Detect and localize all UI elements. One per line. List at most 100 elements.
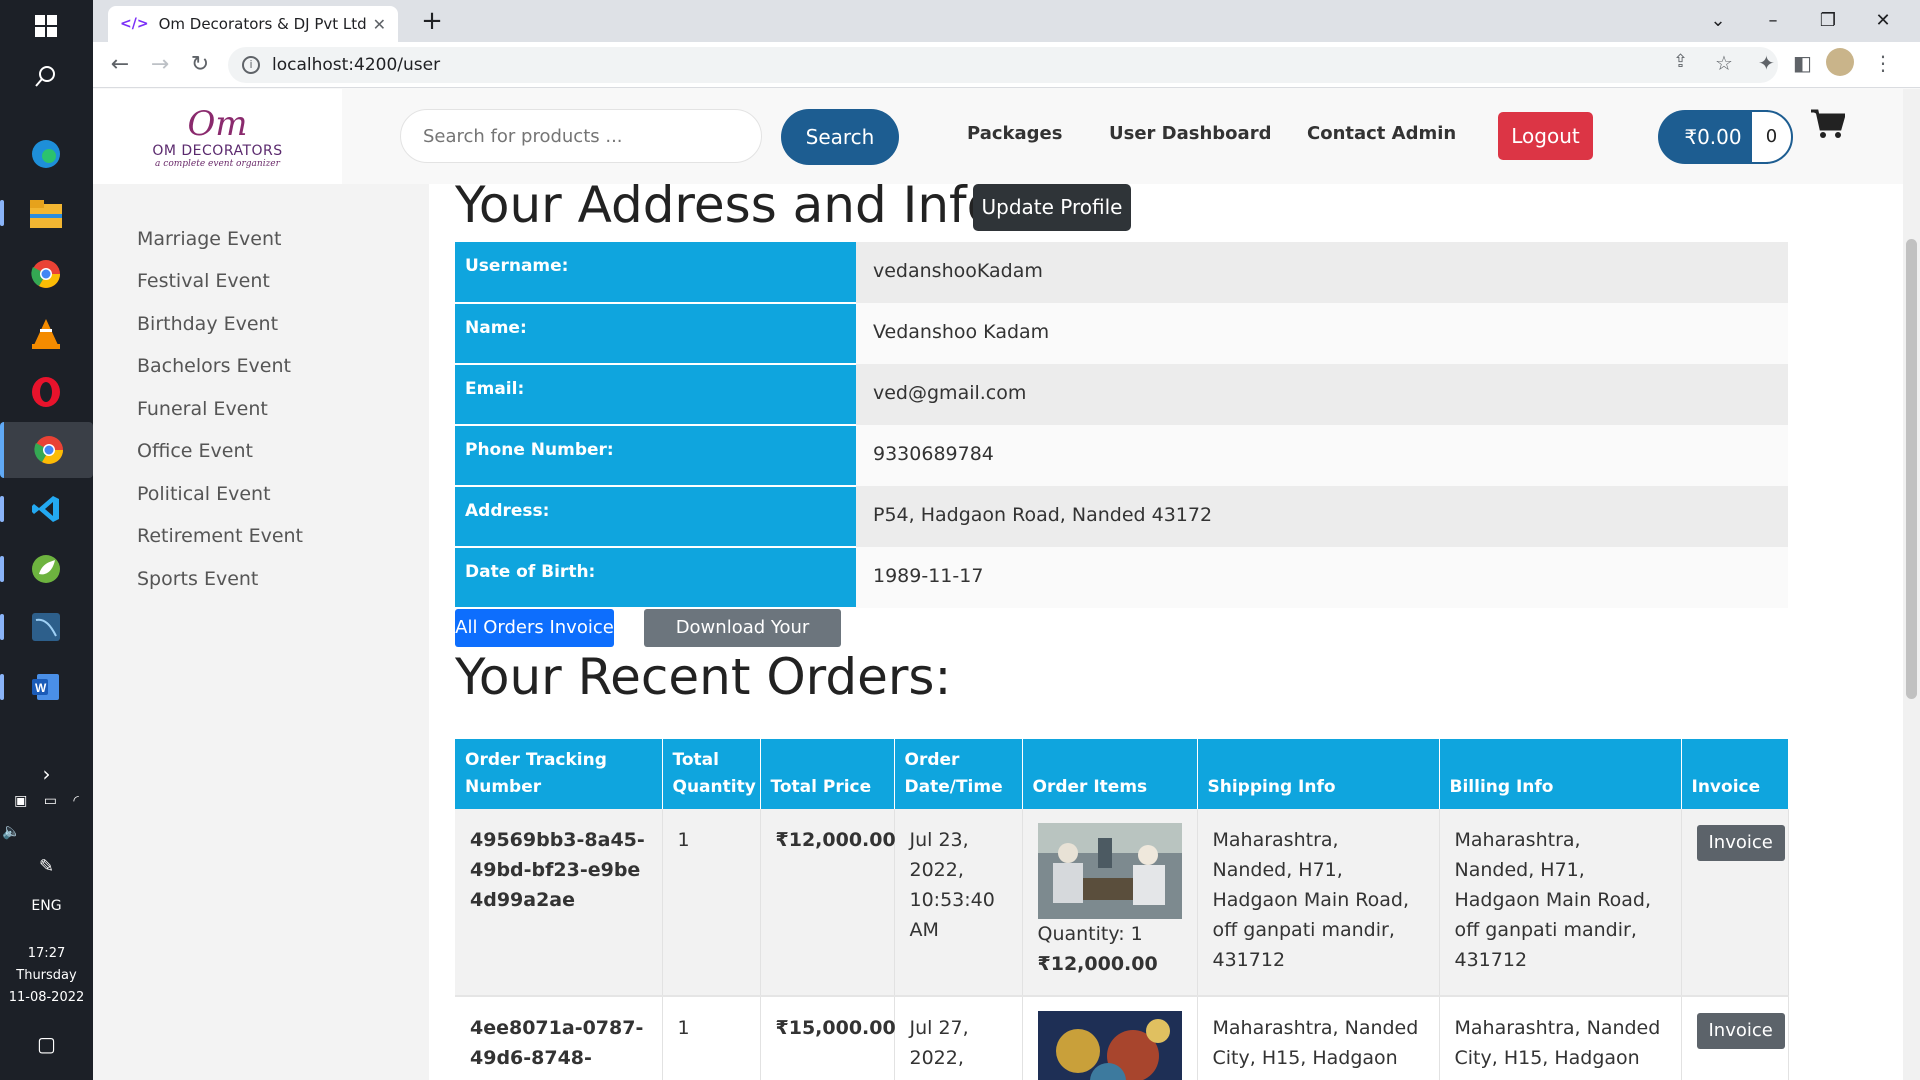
close-window-icon[interactable]: ✕ — [1863, 6, 1903, 36]
opera-icon[interactable] — [22, 368, 70, 416]
cart-count[interactable]: 0 — [1750, 110, 1793, 164]
profile-label: Email: — [455, 364, 856, 426]
search-input[interactable] — [400, 109, 762, 163]
download-orders-button[interactable]: Download Your Orders — [644, 609, 841, 676]
side-panel-icon[interactable]: ◧ — [1793, 51, 1812, 75]
back-arrow-icon[interactable]: ← — [105, 50, 135, 80]
order-total-price: ₹15,000.00 — [760, 995, 896, 1080]
spring-tool-icon[interactable] — [22, 545, 70, 593]
address-info-heading: Your Address and Info: — [455, 176, 1015, 234]
notifications-icon[interactable]: ▢ — [0, 1032, 93, 1056]
shopping-cart-icon[interactable] — [1811, 109, 1846, 143]
order-items-cell: Quantity: 1 ₹12,000.00 — [1022, 809, 1198, 996]
language-indicator[interactable]: ENG — [0, 898, 93, 914]
order-items-cell — [1022, 995, 1198, 1080]
table-row: 49569bb3-8a45-49bd-bf23-e9be4d99a2ae 1 ₹… — [455, 809, 1789, 996]
nav-link-packages[interactable]: Packages — [967, 123, 1062, 144]
profile-row-address: Address: P54, Hadgaon Road, Nanded 43172 — [455, 486, 1788, 548]
chevron-right-icon[interactable]: › — [0, 762, 93, 786]
column-header: Total Price — [760, 739, 895, 809]
windows-start-icon[interactable] — [22, 2, 70, 50]
profile-row-name: Name: Vedanshoo Kadam — [455, 303, 1788, 365]
clock-day[interactable]: Thursday — [0, 968, 93, 983]
url-text[interactable]: localhost:4200/user — [272, 55, 440, 75]
search-button[interactable]: Search — [781, 109, 899, 165]
sidebar-item-marriage-event[interactable]: Marriage Event — [137, 228, 281, 250]
site-logo[interactable]: Om OM DECORATORS a complete event organi… — [93, 89, 342, 184]
order-tracking-number: 49569bb3-8a45-49bd-bf23-e9be4d99a2ae — [455, 809, 663, 996]
column-header: Order Tracking Number — [455, 739, 663, 809]
profile-value: vedanshooKadam — [856, 242, 1788, 303]
taskbar-running-indicator — [0, 200, 4, 226]
forward-arrow-icon[interactable]: → — [145, 50, 175, 80]
edge-browser-icon[interactable] — [22, 130, 70, 178]
battery-icon[interactable]: ▭ — [44, 793, 57, 809]
taskbar-running-indicator — [0, 496, 4, 522]
sidebar-item-birthday-event[interactable]: Birthday Event — [137, 313, 278, 335]
clock-time[interactable]: 17:27 — [0, 946, 93, 961]
nav-link-contact-admin[interactable]: Contact Admin — [1307, 123, 1456, 144]
database-tool-icon[interactable] — [22, 603, 70, 651]
sidebar-item-sports-event[interactable]: Sports Event — [137, 568, 258, 590]
page-scrollbar[interactable] — [1903, 89, 1920, 1080]
volume-icon[interactable]: 🔈 — [0, 822, 93, 840]
tab-search-chevron-icon[interactable]: ⌄ — [1698, 6, 1738, 36]
page-viewport: Om OM DECORATORS a complete event organi… — [93, 89, 1920, 1080]
bookmark-star-icon[interactable]: ☆ — [1715, 51, 1733, 75]
chrome-icon[interactable] — [22, 250, 70, 298]
restore-icon[interactable]: ❐ — [1808, 6, 1848, 36]
sidebar-item-bachelors-event[interactable]: Bachelors Event — [137, 355, 291, 377]
profile-label: Username: — [455, 242, 856, 304]
tab-title: Om Decorators & DJ Pvt Ltd — [158, 15, 367, 33]
reload-icon[interactable]: ↻ — [185, 50, 215, 80]
sidebar-item-funeral-event[interactable]: Funeral Event — [137, 398, 268, 420]
order-item-quantity: Quantity: 1 — [1037, 923, 1143, 945]
site-header: Om OM DECORATORS a complete event organi… — [93, 89, 1903, 184]
new-tab-icon[interactable]: + — [418, 8, 446, 36]
address-bar[interactable]: i localhost:4200/user — [228, 47, 1778, 83]
logo-tagline: a complete event organizer — [155, 158, 280, 169]
order-shipping-info: Maharashtra, Nanded City, H15, Hadgaon — [1197, 995, 1440, 1080]
order-item-image[interactable] — [1037, 1011, 1182, 1080]
chrome-menu-icon[interactable]: ⋮ — [1873, 51, 1893, 75]
search-icon[interactable] — [22, 52, 70, 100]
pen-icon[interactable]: ✎ — [0, 856, 93, 877]
order-invoice-cell: Invoice — [1681, 809, 1789, 996]
profile-label: Date of Birth: — [455, 547, 856, 609]
all-orders-invoice-button[interactable]: All Orders Invoice — [455, 609, 614, 647]
clock-date[interactable]: 11-08-2022 — [0, 990, 93, 1005]
order-item-image[interactable] — [1037, 823, 1182, 919]
profile-row-phone: Phone Number: 9330689784 — [455, 425, 1788, 487]
file-explorer-icon[interactable] — [22, 190, 70, 238]
sidebar-item-political-event[interactable]: Political Event — [137, 483, 271, 505]
sidebar-item-retirement-event[interactable]: Retirement Event — [137, 525, 303, 547]
scrollbar-thumb[interactable] — [1906, 239, 1917, 699]
invoice-button[interactable]: Invoice — [1696, 825, 1785, 861]
invoice-button[interactable]: Invoice — [1696, 1013, 1785, 1049]
close-tab-icon[interactable]: ✕ — [373, 15, 386, 34]
profile-label: Name: — [455, 303, 856, 365]
vscode-icon[interactable] — [22, 485, 70, 533]
profile-avatar[interactable] — [1826, 48, 1854, 76]
column-header: Total Quantity — [662, 739, 761, 809]
sidebar-item-festival-event[interactable]: Festival Event — [137, 270, 270, 292]
minimize-icon[interactable]: – — [1753, 6, 1793, 36]
extensions-puzzle-icon[interactable]: ✦ — [1758, 51, 1775, 75]
word-icon[interactable]: W — [22, 663, 70, 711]
profile-value: P54, Hadgaon Road, Nanded 43172 — [856, 486, 1788, 547]
browser-tab[interactable]: </> Om Decorators & DJ Pvt Ltd ✕ — [108, 6, 398, 42]
order-datetime: Jul 27, 2022, — [894, 995, 1023, 1080]
order-billing-info: Maharashtra, Nanded City, H15, Hadgaon — [1439, 995, 1682, 1080]
vlc-icon[interactable] — [22, 310, 70, 358]
logout-button[interactable]: Logout — [1498, 112, 1593, 160]
recent-orders-heading: Your Recent Orders: — [455, 648, 952, 706]
chrome-active-window-icon[interactable] — [0, 422, 93, 478]
wifi-icon[interactable]: ◜ — [73, 793, 78, 809]
site-info-icon[interactable]: i — [242, 56, 260, 74]
nav-link-user-dashboard[interactable]: User Dashboard — [1109, 123, 1271, 144]
update-profile-button[interactable]: Update Profile — [973, 184, 1131, 231]
user-dashboard-main: Your Address and Info: Update Profile Us… — [429, 176, 1903, 1080]
meet-now-icon[interactable]: ▣ — [14, 793, 27, 809]
sidebar-item-office-event[interactable]: Office Event — [137, 440, 253, 462]
share-icon[interactable]: ⇪ — [1673, 51, 1688, 72]
